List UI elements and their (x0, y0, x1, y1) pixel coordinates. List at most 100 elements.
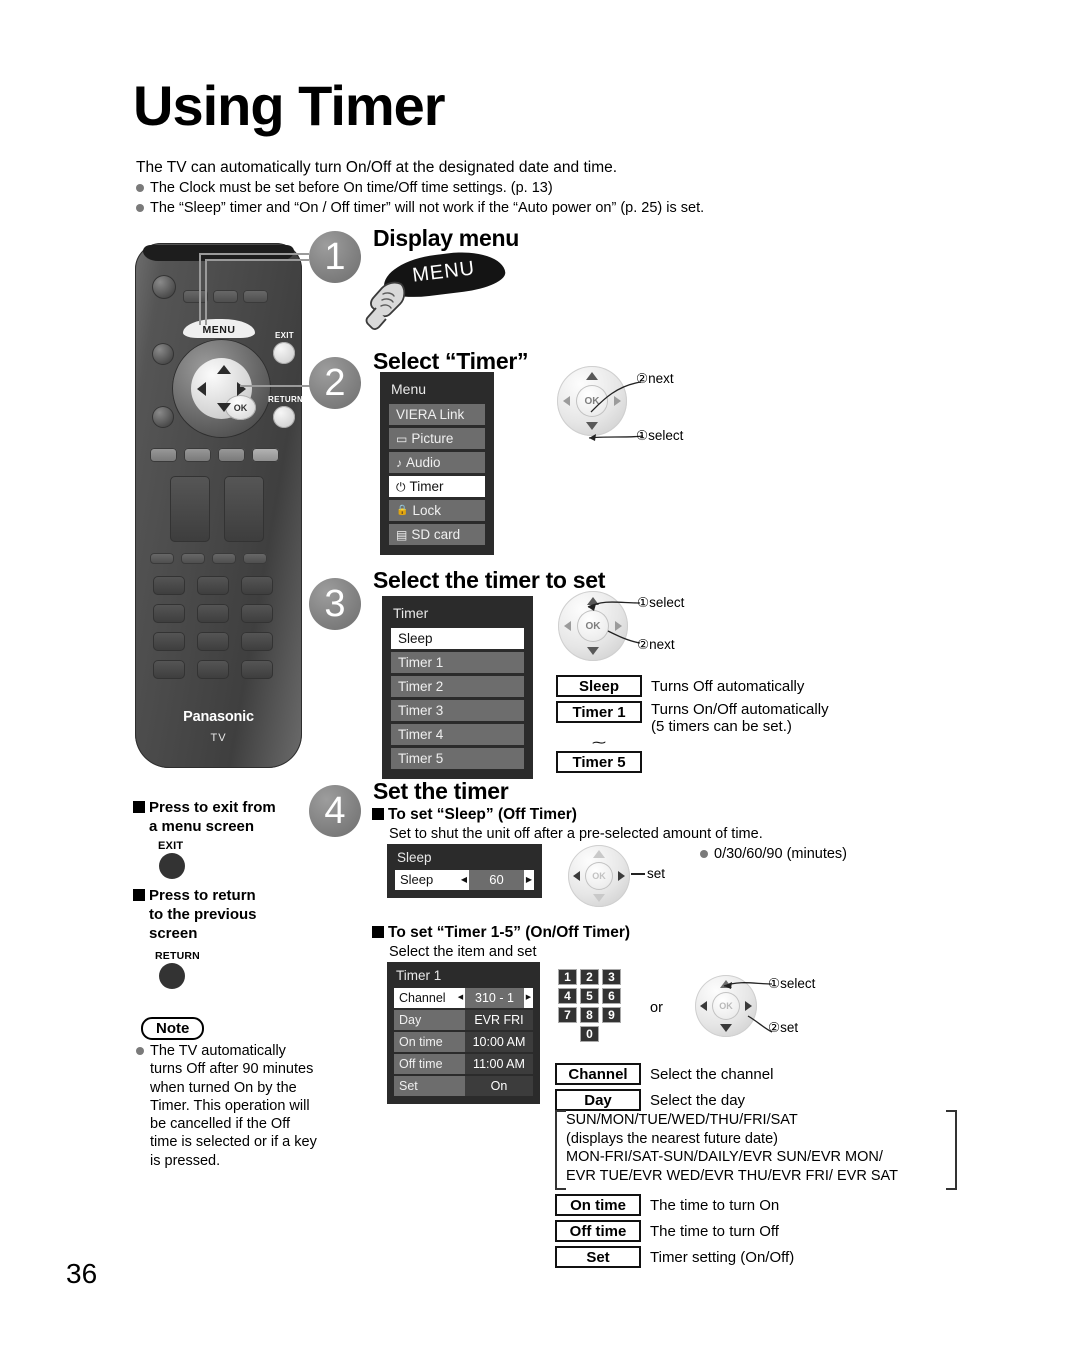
timer1-row-offtime[interactable]: Off time 11:00 AM (394, 1054, 533, 1074)
sd-card-icon: ▤ (396, 527, 408, 542)
or-label: or (650, 1000, 663, 1016)
step-number-2: 2 (309, 357, 361, 409)
note-text: The TV automatically turns Off after 90 … (150, 1043, 317, 1169)
nav-down-arrow-icon (593, 894, 605, 902)
intro-bullet: The Clock must be set before On time/Off… (136, 179, 896, 199)
menu-item-audio[interactable]: ♪ Audio (389, 452, 485, 473)
legend-row: Timer 5 (556, 751, 829, 773)
timer1-osd-title: Timer 1 (396, 968, 442, 983)
remote-return-button (273, 406, 295, 428)
sleep-osd-row[interactable]: Sleep ◀ 60 ▶ (395, 870, 534, 890)
bullet-dot-icon (136, 1047, 144, 1055)
manual-page: Using Timer The TV can automatically tur… (0, 0, 1080, 1363)
sleep-options-bullet: 0/30/60/90 (minutes) (700, 845, 847, 865)
exit-note-block: Press to exit from a menu screen (133, 798, 313, 836)
legend-row: Timer 1 Turns On/Off automatically (5 ti… (556, 701, 829, 735)
timer-list-item-label: Timer 5 (398, 751, 444, 766)
timer-list-item-label: Timer 1 (398, 655, 444, 670)
legend-row: On time The time to turn On (555, 1194, 794, 1216)
menu-item-label: VIERA Link (396, 407, 465, 422)
sleep-subheading: To set “Sleep” (Off Timer) (372, 806, 577, 824)
bullet-dot-icon (136, 204, 144, 213)
legend-key-timer5: Timer 5 (556, 751, 642, 773)
callout-next-step3: ②next (637, 637, 675, 652)
timer-list-item-timer5[interactable]: Timer 5 (391, 748, 524, 769)
timer1-row-ontime[interactable]: On time 10:00 AM (394, 1032, 533, 1052)
intro-bullet: The “Sleep” timer and “On / Off timer” w… (136, 199, 896, 219)
day-option-line: MON-FRI/SAT-SUN/DAILY/EVR SUN/EVR MON/ (566, 1149, 883, 1165)
dpad-up-arrow-icon (217, 365, 231, 374)
timer1-left-arrow-icon[interactable]: ◀ (456, 988, 465, 1008)
legend-desc: Turns Off automatically (651, 677, 805, 695)
timer1-right-arrow-icon[interactable]: ▶ (524, 988, 533, 1008)
numeric-key-8[interactable]: 8 (580, 1007, 599, 1023)
color-key-red (150, 448, 177, 462)
legend-key-sleep: Sleep (556, 675, 642, 697)
timer-list-item-timer2[interactable]: Timer 2 (391, 676, 524, 697)
menu-item-timer[interactable]: ⏻ Timer (389, 476, 485, 497)
intro-bullet-text: The Clock must be set before On time/Off… (150, 180, 553, 197)
numeric-key (241, 660, 273, 679)
leader-line (205, 259, 309, 261)
timer1-row-set[interactable]: Set On (394, 1076, 533, 1096)
numeric-key (241, 632, 273, 651)
numeric-key-6[interactable]: 6 (602, 988, 621, 1004)
numeric-key-2[interactable]: 2 (580, 969, 599, 985)
sleep-row-right-arrow-icon[interactable]: ▶ (524, 870, 534, 890)
numeric-key-3[interactable]: 3 (602, 969, 621, 985)
nav-up-arrow-icon (593, 850, 605, 858)
timer-list-item-timer4[interactable]: Timer 4 (391, 724, 524, 745)
menu-item-sd-card[interactable]: ▤ SD card (389, 524, 485, 545)
numeric-key-1[interactable]: 1 (558, 969, 577, 985)
remote-key (243, 290, 268, 303)
callout-select-step2: ①select (636, 428, 684, 443)
callout-select-step3: ①select (637, 595, 685, 610)
nav-left-arrow-icon (563, 396, 570, 406)
return-note-block: Press to return to the previous screen (133, 886, 323, 944)
numeric-key (197, 604, 229, 623)
numeric-key (241, 604, 273, 623)
timer1-row-channel[interactable]: Channel ◀ 310 - 1 ▶ (394, 988, 533, 1008)
return-key-label: RETURN (155, 950, 200, 962)
remote-return-label: RETURN (268, 395, 304, 404)
square-bullet-icon (372, 808, 384, 820)
numeric-key-0[interactable]: 0 (580, 1026, 599, 1042)
legend-key-channel: Channel (555, 1063, 641, 1085)
menu-item-viera-link[interactable]: VIERA Link (389, 404, 485, 425)
numeric-key-7[interactable]: 7 (558, 1007, 577, 1023)
timer1-osd-panel: Timer 1 Channel ◀ 310 - 1 ▶ Day EVR FRI … (387, 962, 540, 1104)
nav-left-arrow-icon (700, 1001, 707, 1011)
return-key-button[interactable] (159, 963, 185, 989)
numeric-key (197, 632, 229, 651)
remote-control-illustration: MENU OK EXIT RETURN Panasonic TV (135, 243, 304, 768)
legend-row: Set Timer setting (On/Off) (555, 1246, 794, 1268)
callout-set-sleep: set (647, 866, 666, 881)
sleep-row-left-arrow-icon[interactable]: ◀ (459, 870, 469, 890)
numeric-key-9[interactable]: 9 (602, 1007, 621, 1023)
menu-item-picture[interactable]: ▭ Picture (389, 428, 485, 449)
legend-row: Channel Select the channel (555, 1063, 773, 1085)
legend-key-set: Set (555, 1246, 641, 1268)
timer-list-item-timer1[interactable]: Timer 1 (391, 652, 524, 673)
timer-list-item-timer3[interactable]: Timer 3 (391, 700, 524, 721)
legend-desc: Turns On/Off automatically (651, 701, 829, 718)
menu-item-label: SD card (411, 527, 461, 542)
remote-key (212, 553, 236, 564)
exit-key-button[interactable] (159, 853, 185, 879)
legend-key-timer1: Timer 1 (556, 701, 642, 723)
timer1-row-day[interactable]: Day EVR FRI (394, 1010, 533, 1030)
timer1-row-value: 310 - 1 (465, 988, 524, 1008)
timer-list-item-sleep[interactable]: Sleep (391, 628, 524, 649)
menu-item-label: Picture (411, 431, 454, 446)
return-note-line2: to the previous (149, 906, 257, 924)
timer-list-item-label: Timer 2 (398, 679, 444, 694)
leader-line (199, 253, 201, 325)
numeric-key-4[interactable]: 4 (558, 988, 577, 1004)
timer-legend-step3: Sleep Turns Off automatically Timer 1 Tu… (556, 675, 829, 777)
timer1-row-label: Channel (394, 988, 456, 1008)
numeric-key-5[interactable]: 5 (580, 988, 599, 1004)
timer-subheading: To set “Timer 1-5” (On/Off Timer) (372, 924, 630, 942)
menu-item-lock[interactable]: 🔒 Lock (389, 500, 485, 521)
return-note-line3: screen (149, 925, 198, 943)
remote-dpad: OK (172, 339, 271, 438)
